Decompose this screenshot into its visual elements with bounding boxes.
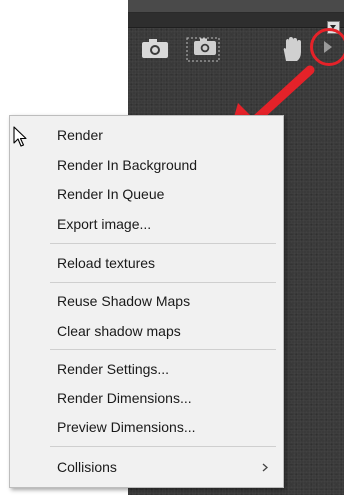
- menu-item-label: Preview Dimensions...: [57, 419, 196, 435]
- play-icon[interactable]: [322, 40, 334, 54]
- menu-item-preview-dimensions[interactable]: Preview Dimensions...: [10, 413, 283, 441]
- menu-item-render-in-background[interactable]: Render In Background: [10, 151, 283, 179]
- menu-item-label: Render Dimensions...: [57, 390, 192, 406]
- menu-item-reuse-shadow-maps[interactable]: Reuse Shadow Maps: [10, 287, 283, 315]
- camera-icon[interactable]: [141, 37, 171, 59]
- menu-item-label: Export image...: [57, 216, 152, 232]
- menu-item-label: Collisions: [57, 459, 117, 475]
- menu-item-label: Clear shadow maps: [57, 323, 181, 339]
- menu-separator: [50, 282, 276, 283]
- menu-item-label: Render In Queue: [57, 186, 165, 202]
- menu-item-render-in-queue[interactable]: Render In Queue: [10, 180, 283, 208]
- menu-item-render-dimensions[interactable]: Render Dimensions...: [10, 384, 283, 412]
- menu-item-reload-textures[interactable]: Reload textures: [10, 249, 283, 277]
- menu-separator: [50, 349, 276, 350]
- mouse-cursor-icon: [13, 126, 27, 147]
- menu-separator: [50, 243, 276, 244]
- menu-item-label: Reload textures: [57, 255, 156, 271]
- menu-item-label: Reuse Shadow Maps: [57, 293, 191, 309]
- panel-header-strip: [128, 0, 344, 13]
- menu-item-clear-shadow-maps[interactable]: Clear shadow maps: [10, 317, 283, 345]
- menu-item-render-settings[interactable]: Render Settings...: [10, 355, 283, 383]
- hand-icon[interactable]: [280, 37, 304, 63]
- menu-item-export-image[interactable]: Export image...: [10, 210, 283, 238]
- menu-item-label: Render: [57, 127, 103, 143]
- menu-item-label: Render Settings...: [57, 361, 170, 377]
- render-context-menu: Render Render In Background Render In Qu…: [9, 115, 284, 488]
- camera-region-icon[interactable]: [186, 37, 222, 63]
- menu-item-collisions[interactable]: Collisions: [10, 453, 283, 481]
- menu-item-render[interactable]: Render: [10, 121, 283, 149]
- menu-item-label: Render In Background: [57, 157, 198, 173]
- chevron-right-icon: [262, 463, 268, 472]
- menu-separator: [50, 446, 276, 447]
- panel-topbar: [128, 13, 344, 34]
